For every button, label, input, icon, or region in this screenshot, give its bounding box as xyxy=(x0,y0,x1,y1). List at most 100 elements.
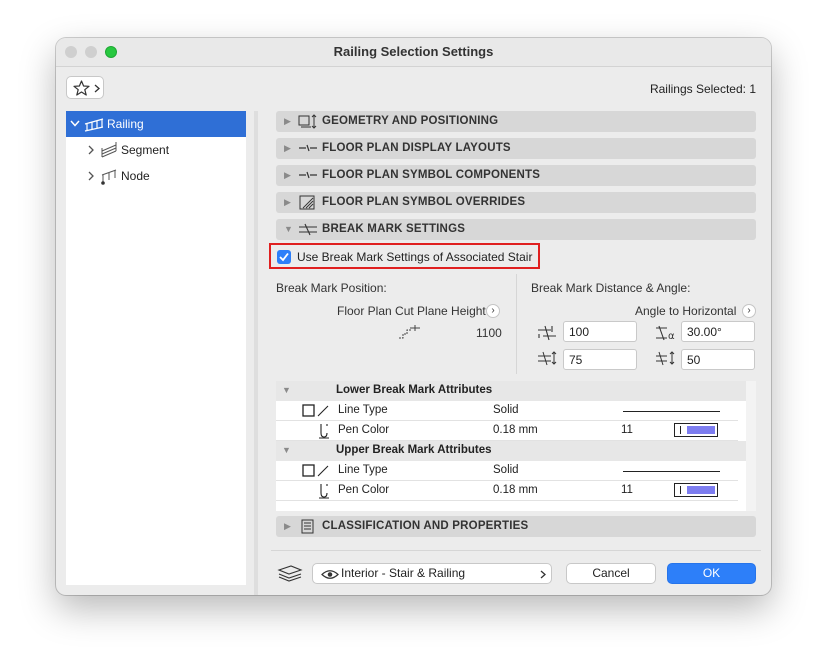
line-type-value: Solid xyxy=(493,404,519,416)
upper-attributes-header[interactable]: ▼ Upper Break Mark Attributes xyxy=(276,441,746,461)
node-icon xyxy=(101,169,117,185)
angle-icon: α xyxy=(656,325,675,341)
line-type-label: Line Type xyxy=(338,404,388,416)
chevron-right-icon xyxy=(88,171,94,181)
section-symbol-components[interactable]: ▶ FLOOR PLAN SYMBOL COMPONENTS xyxy=(276,165,756,186)
window-title: Railing Selection Settings xyxy=(333,44,494,59)
tree-label-railing: Railing xyxy=(107,117,144,131)
disclosure-down-icon: ▼ xyxy=(282,385,291,395)
chevron-right-icon xyxy=(88,145,94,155)
offset-secondary-input[interactable]: 50 xyxy=(681,349,755,370)
segment-icon xyxy=(101,142,117,158)
section-label: FLOOR PLAN SYMBOL OVERRIDES xyxy=(322,196,526,208)
use-associated-stair-label: Use Break Mark Settings of Associated St… xyxy=(297,250,533,264)
tree-item-node[interactable]: Node xyxy=(66,163,246,189)
stair-cut-icon xyxy=(399,325,420,339)
use-associated-stair-option[interactable]: Use Break Mark Settings of Associated St… xyxy=(269,243,540,269)
cancel-button[interactable]: Cancel xyxy=(566,563,656,584)
disclosure-right-icon: ▶ xyxy=(284,116,291,126)
selection-count: Railings Selected: 1 xyxy=(649,82,756,96)
title-bar: Railing Selection Settings xyxy=(56,38,771,67)
pen-index-value: 11 xyxy=(621,484,633,496)
checkbox-checked-icon[interactable] xyxy=(277,250,291,264)
pen-color-swatch[interactable] xyxy=(674,423,718,437)
distance-icon xyxy=(538,325,556,341)
lower-attributes-header[interactable]: ▼ Lower Break Mark Attributes xyxy=(276,381,746,401)
section-label: BREAK MARK SETTINGS xyxy=(322,223,466,235)
chevron-down-icon xyxy=(70,120,80,127)
table-row[interactable]: Pen Color 0.18 mm 11 xyxy=(276,481,738,501)
layers-icon xyxy=(277,565,303,582)
offset-input[interactable]: 75 xyxy=(563,349,637,370)
distance-angle-label: Break Mark Distance & Angle: xyxy=(531,281,691,295)
line-type-preview xyxy=(623,411,720,412)
tree-label-segment: Segment xyxy=(121,143,170,157)
disclosure-right-icon: ▶ xyxy=(284,170,291,180)
section-label: GEOMETRY AND POSITIONING xyxy=(322,115,499,127)
table-row[interactable]: Line Type Solid xyxy=(276,401,738,421)
override-icon xyxy=(299,195,315,210)
pen-color-label: Pen Color xyxy=(338,424,390,436)
section-break-mark[interactable]: ▼ BREAK MARK SETTINGS xyxy=(276,219,756,240)
favorites-button[interactable] xyxy=(66,76,104,99)
table-row[interactable]: Line Type Solid xyxy=(276,461,738,481)
section-label: FLOOR PLAN SYMBOL COMPONENTS xyxy=(322,169,541,181)
line-type-icon xyxy=(302,404,329,417)
pen-icon xyxy=(319,424,329,439)
tree-item-segment[interactable]: Segment xyxy=(66,137,246,163)
star-icon xyxy=(73,80,90,96)
pen-weight-value: 0.18 mm xyxy=(493,424,538,436)
cut-plane-height-value: 1100 xyxy=(476,326,502,340)
railing-icon xyxy=(84,118,104,132)
footer-divider xyxy=(271,550,761,551)
table-row[interactable]: Pen Color 0.18 mm 11 xyxy=(276,421,738,441)
eye-icon xyxy=(321,570,339,579)
upper-attributes-title: Upper Break Mark Attributes xyxy=(336,444,492,456)
break-mark-position-label: Break Mark Position: xyxy=(276,281,387,295)
disclosure-right-icon: ▶ xyxy=(284,143,291,153)
angle-input[interactable]: 30.00° xyxy=(681,321,755,342)
offset-icon xyxy=(538,351,557,366)
disclosure-right-icon: ▶ xyxy=(284,521,291,531)
view-selector-label: Interior - Stair & Railing xyxy=(341,566,466,580)
line-type-preview xyxy=(623,471,720,472)
section-symbol-overrides[interactable]: ▶ FLOOR PLAN SYMBOL OVERRIDES xyxy=(276,192,756,213)
table-scrollbar[interactable] xyxy=(746,381,756,511)
disclosure-down-icon: ▼ xyxy=(282,445,291,455)
disclosure-down-icon: ▼ xyxy=(284,224,293,234)
settings-dialog: Railing Selection Settings Railings Sele… xyxy=(56,38,771,595)
pane-splitter[interactable] xyxy=(254,111,258,595)
ok-button[interactable]: OK xyxy=(667,563,756,584)
chevron-right-icon xyxy=(540,570,546,579)
pen-index-value: 11 xyxy=(621,424,633,436)
cut-plane-options-button[interactable]: › xyxy=(486,304,500,318)
tree-label-node: Node xyxy=(121,169,150,183)
view-selector[interactable]: Interior - Stair & Railing xyxy=(312,563,552,584)
cut-plane-height-label: Floor Plan Cut Plane Height xyxy=(337,304,486,318)
svg-text:α: α xyxy=(668,331,675,341)
break-mark-attributes-table: ▼ Lower Break Mark Attributes Line Type … xyxy=(276,381,756,511)
section-label: CLASSIFICATION AND PROPERTIES xyxy=(322,520,529,532)
pen-weight-value: 0.18 mm xyxy=(493,484,538,496)
section-classification[interactable]: ▶ CLASSIFICATION AND PROPERTIES xyxy=(276,516,756,537)
chevron-right-icon xyxy=(94,84,100,93)
pen-color-label: Pen Color xyxy=(338,484,390,496)
line-type-label: Line Type xyxy=(338,464,388,476)
offset-secondary-icon xyxy=(656,351,675,366)
tree-item-railing[interactable]: Railing xyxy=(66,111,246,137)
section-geometry[interactable]: ▶ GEOMETRY AND POSITIONING xyxy=(276,111,756,132)
angle-reference-button[interactable]: › xyxy=(742,304,756,318)
distance-input[interactable]: 100 xyxy=(563,321,637,342)
pen-color-swatch[interactable] xyxy=(674,483,718,497)
floor-plan-cut-icon xyxy=(299,144,317,152)
lower-attributes-title: Lower Break Mark Attributes xyxy=(336,384,493,396)
section-floor-plan-display[interactable]: ▶ FLOOR PLAN DISPLAY LAYOUTS xyxy=(276,138,756,159)
element-tree: Railing Segment Node xyxy=(66,111,246,585)
line-type-value: Solid xyxy=(493,464,519,476)
document-list-icon xyxy=(301,519,314,534)
pen-icon xyxy=(319,484,329,499)
section-label: FLOOR PLAN DISPLAY LAYOUTS xyxy=(322,142,511,154)
break-mark-icon xyxy=(299,223,317,236)
column-separator xyxy=(516,274,517,374)
geometry-icon xyxy=(298,114,317,129)
